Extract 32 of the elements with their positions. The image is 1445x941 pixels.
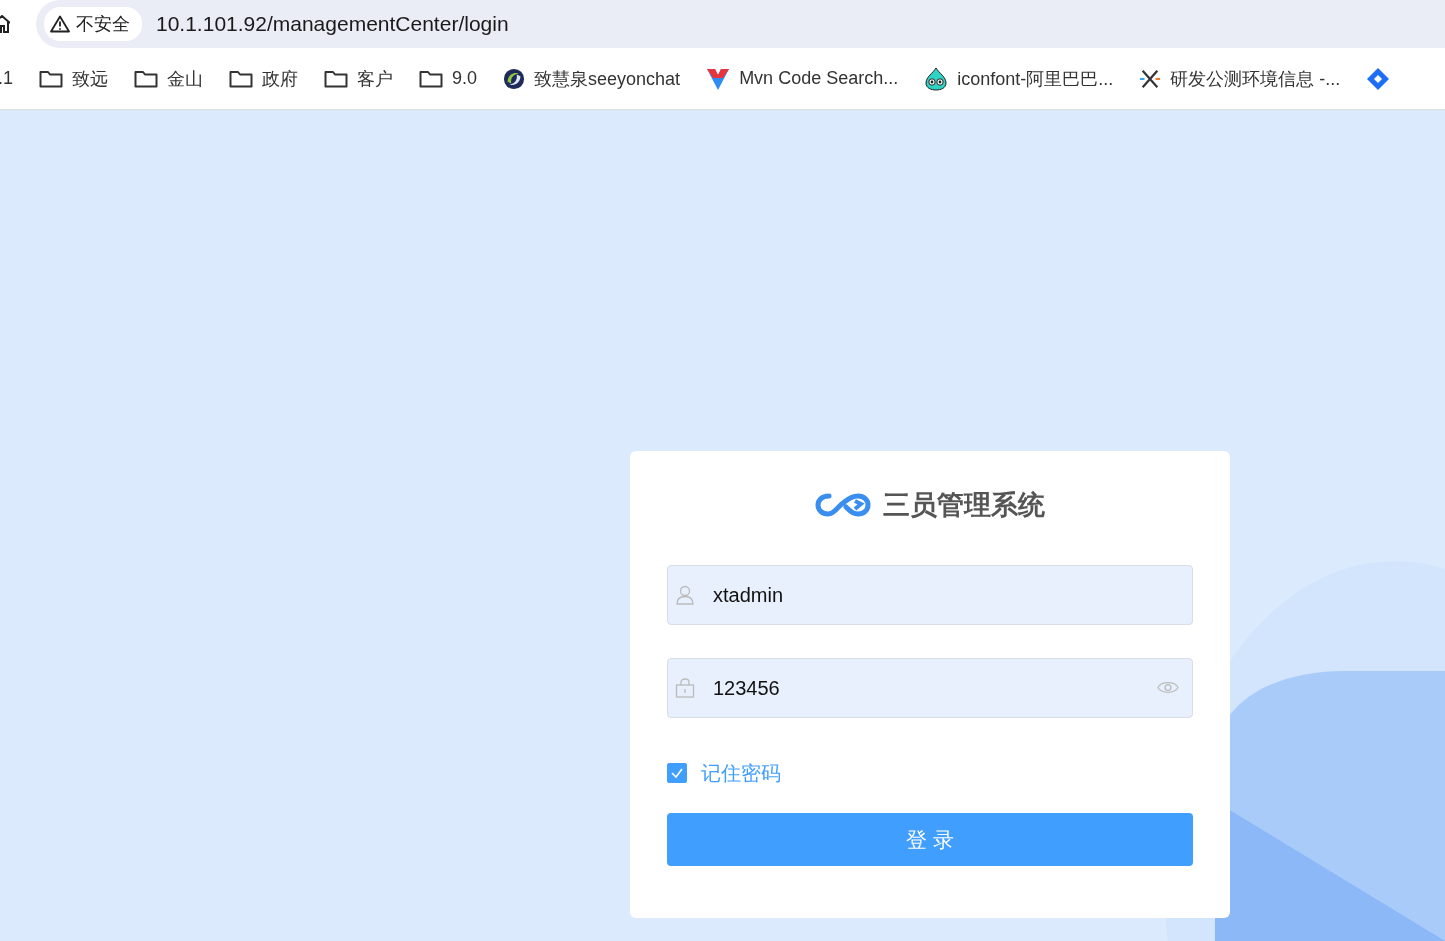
v-logo-icon: [706, 66, 731, 91]
password-field[interactable]: 123456: [667, 658, 1193, 718]
bookmark-folder[interactable]: 金山: [134, 66, 203, 91]
bookmark-folder[interactable]: 政府: [229, 66, 298, 91]
mascot-icon: [924, 66, 949, 91]
folder-icon: [324, 69, 348, 88]
swirl-logo-icon: [503, 67, 526, 90]
url-text: 10.1.101.92/managementCenter/login: [156, 12, 509, 36]
bookmark-link[interactable]: Mvn Code Search...: [706, 66, 899, 91]
bookmark-folder[interactable]: 客户: [324, 66, 393, 91]
home-icon[interactable]: [0, 15, 10, 33]
folder-icon: [39, 69, 63, 88]
lock-icon: [675, 678, 695, 698]
bookmark-folder[interactable]: 致远: [39, 66, 108, 91]
bookmark-folder[interactable]: 9.0: [419, 68, 478, 89]
folder-icon: [419, 69, 443, 88]
diamond-logo-icon[interactable]: [1366, 66, 1391, 91]
bookmark-link[interactable]: 研发公测环境信息 -...: [1139, 66, 1341, 91]
bookmark-link[interactable]: .1: [0, 68, 13, 89]
user-icon: [675, 585, 695, 605]
folder-icon: [134, 69, 158, 88]
address-bar[interactable]: 不安全 10.1.101.92/managementCenter/login: [36, 0, 1445, 48]
username-field[interactable]: xtadmin: [667, 565, 1193, 625]
folder-icon: [229, 69, 253, 88]
cross-logo-icon: [1139, 67, 1162, 90]
system-title: 三员管理系统: [883, 489, 1045, 522]
bookmark-link[interactable]: iconfont-阿里巴巴...: [924, 66, 1114, 91]
bookmark-link[interactable]: 致慧泉seeyonchat: [503, 66, 681, 91]
remember-checkbox[interactable]: [667, 763, 687, 783]
security-chip[interactable]: 不安全: [44, 7, 142, 41]
infinity-logo-icon: [815, 492, 871, 518]
warning-icon: [50, 15, 70, 33]
